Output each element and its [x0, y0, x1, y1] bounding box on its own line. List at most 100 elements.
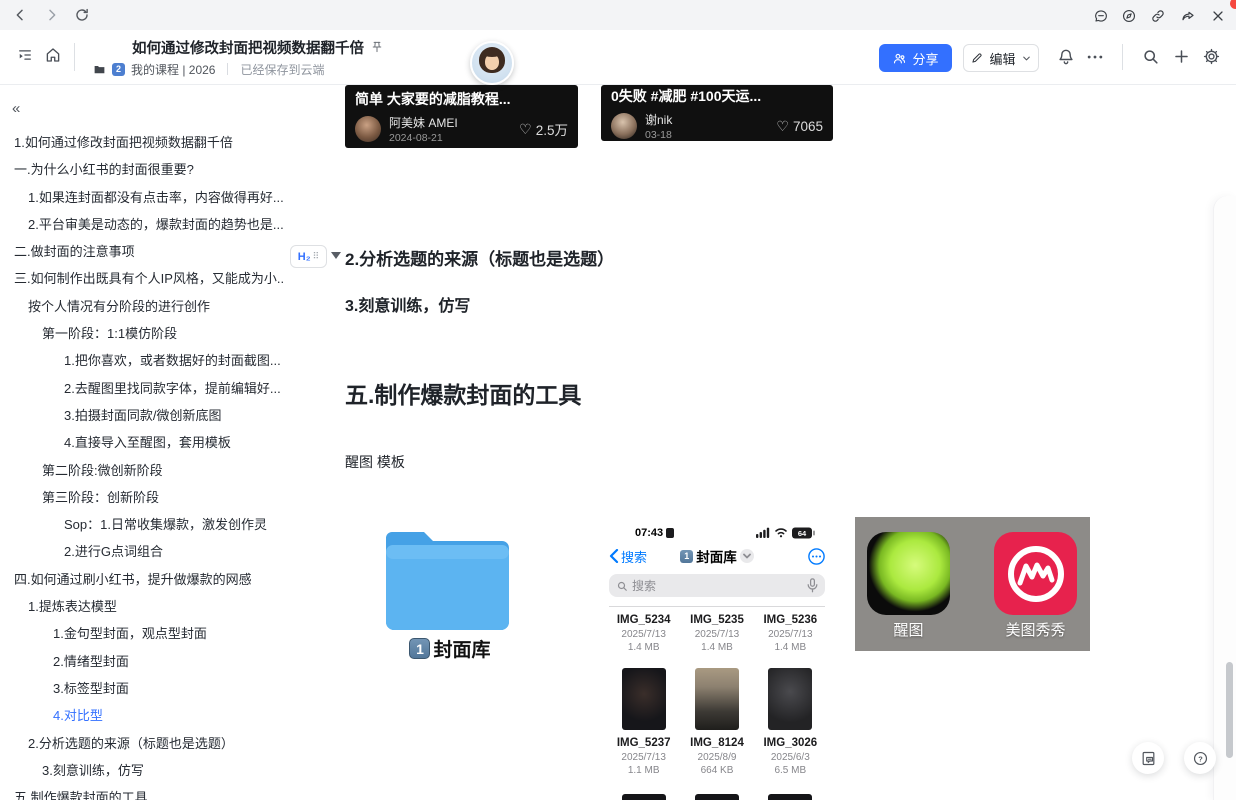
help-button[interactable]: ?: [1184, 742, 1216, 774]
file-item[interactable]: IMG_52352025/7/131.4 MB: [680, 613, 753, 654]
outline-item[interactable]: 2.分析选题的来源（标题也是选题）: [0, 730, 285, 757]
outline-item[interactable]: 2.去醒图里找同款字体，提前编辑好...: [0, 375, 285, 402]
outline-item[interactable]: 四.如何通过刷小红书，提升做爆款的网感: [0, 566, 285, 593]
folder-name: 封面库: [433, 635, 490, 662]
outline-item[interactable]: 五.制作爆款封面的工具: [0, 784, 285, 800]
outline-item[interactable]: 一.为什么小红书的封面很重要?: [0, 156, 285, 183]
file-item[interactable]: [607, 794, 680, 800]
gear-icon[interactable]: [1202, 47, 1221, 66]
svg-text:64: 64: [798, 528, 807, 537]
outline-item[interactable]: 1.金句型封面，观点型封面: [0, 620, 285, 647]
pencil-icon: [970, 51, 984, 65]
heart-icon: ♡: [519, 121, 532, 138]
outline-item[interactable]: 三.如何制作出既具有个人IP风格，又能成为小...: [0, 265, 285, 292]
edit-button[interactable]: 编辑: [963, 44, 1039, 72]
comment-icon[interactable]: [1093, 8, 1109, 24]
outline-item[interactable]: 按个人情况有分阶段的进行创作: [0, 293, 285, 320]
avatar-bang: [483, 50, 501, 57]
file-size: 1.4 MB: [628, 641, 660, 654]
heading-collapse-arrow[interactable]: [331, 252, 341, 259]
mic-icon[interactable]: [807, 578, 818, 593]
scrollbar-thumb[interactable]: [1226, 662, 1233, 758]
outline-item[interactable]: 2.平台审美是动态的，爆款封面的趋势也是...: [0, 211, 285, 238]
outline-item[interactable]: 3.刻意训练，仿写: [0, 757, 285, 784]
folder-image[interactable]: 1 封面库: [383, 524, 517, 662]
file-row: [607, 794, 827, 800]
people-icon: [892, 51, 907, 66]
link-icon[interactable]: [1150, 8, 1166, 24]
avatar[interactable]: [470, 41, 514, 85]
file-date: 2025/7/13: [695, 628, 740, 641]
status-bar: 07:43 64: [601, 517, 833, 539]
heading-level-badge: H₂: [298, 251, 311, 263]
outline-item[interactable]: 4.直接导入至醒图，套用模板: [0, 429, 285, 456]
folder-icon: [93, 63, 106, 76]
outline-item[interactable]: 二.做封面的注意事项: [0, 238, 285, 265]
file-date: 2025/7/13: [621, 751, 666, 764]
back-icon[interactable]: [12, 7, 28, 23]
feedback-button[interactable]: [1132, 742, 1164, 774]
app-hypic[interactable]: 醒图: [867, 532, 950, 640]
bell-icon[interactable]: [1056, 47, 1076, 67]
pin-icon[interactable]: [370, 40, 384, 54]
divider: [74, 43, 75, 71]
more-options-button[interactable]: [808, 548, 825, 565]
video-card[interactable]: 简单 大家要的减脂教程... 阿美妹 AMEI 2024-08-21 ♡2.5万: [345, 85, 578, 148]
outline-item[interactable]: 第二阶段:微创新阶段: [0, 457, 285, 484]
app-name: 美图秀秀: [994, 619, 1077, 640]
file-item[interactable]: IMG_30262025/6/36.5 MB: [754, 668, 827, 777]
file-item[interactable]: [754, 794, 827, 800]
keycap-1-badge: 1: [680, 550, 693, 563]
file-item[interactable]: IMG_52342025/7/131.4 MB: [607, 613, 680, 654]
outline-item[interactable]: 2.进行G点词组合: [0, 538, 285, 565]
outline-item[interactable]: 1.提炼表达模型: [0, 593, 285, 620]
close-icon[interactable]: [1210, 8, 1226, 24]
phone-screenshot: 07:43 64 搜索 1 封面库 搜索 IMG_52342025/7/131.…: [601, 517, 833, 800]
search-icon[interactable]: [1141, 47, 1160, 66]
block-type-handle[interactable]: H₂ ⠿: [290, 245, 327, 268]
like-count: 7065: [793, 119, 823, 134]
compass-icon[interactable]: [1121, 8, 1137, 24]
space-badge: 2: [112, 63, 125, 76]
chevron-down-icon: [740, 549, 754, 563]
outline-item[interactable]: 1.如果连封面都没有点击率，内容做得再好...: [0, 184, 285, 211]
file-item[interactable]: [680, 794, 753, 800]
battery-icon: 64: [792, 527, 815, 539]
outline-item[interactable]: 1.把你喜欢，或者数据好的封面截图...: [0, 347, 285, 374]
outline-list: 1.如何通过修改封面把视频数据翻千倍一.为什么小红书的封面很重要?1.如果连封面…: [0, 129, 285, 800]
browser-bar: [0, 0, 1236, 30]
back-button[interactable]: 搜索: [609, 547, 647, 566]
share-arrow-icon[interactable]: [1180, 8, 1196, 24]
outline-item[interactable]: Sop：1.日常收集爆款，激发创作灵: [0, 511, 285, 538]
outline-toggle-icon[interactable]: [16, 46, 34, 64]
author-name: 阿美妹 AMEI: [389, 114, 458, 131]
outline-sidebar: « 1.如何通过修改封面把视频数据翻千倍一.为什么小红书的封面很重要?1.如果连…: [0, 85, 285, 800]
outline-item[interactable]: 3.标签型封面: [0, 675, 285, 702]
forward-icon[interactable]: [44, 7, 60, 23]
share-button[interactable]: 分享: [879, 44, 952, 72]
reload-icon[interactable]: [74, 7, 90, 23]
outline-item[interactable]: 3.拍摄封面同款/微创新底图: [0, 402, 285, 429]
outline-item[interactable]: 2.情绪型封面: [0, 648, 285, 675]
doc-comment-icon: [1140, 750, 1157, 767]
plus-icon[interactable]: [1172, 47, 1191, 66]
file-item[interactable]: IMG_52372025/7/131.1 MB: [607, 668, 680, 777]
outline-item[interactable]: 1.如何通过修改封面把视频数据翻千倍: [0, 129, 285, 156]
outline-item[interactable]: 第一阶段：1:1模仿阶段: [0, 320, 285, 347]
search-field[interactable]: 搜索: [609, 574, 825, 597]
drag-handle-icon: ⠿: [313, 251, 320, 262]
file-item[interactable]: IMG_52362025/7/131.4 MB: [754, 613, 827, 654]
file-row: IMG_52342025/7/131.4 MBIMG_52352025/7/13…: [607, 613, 827, 654]
video-card[interactable]: 0失败 #减肥 #100天运... 谢nik 03-18 ♡7065: [601, 85, 833, 141]
collapse-sidebar-button[interactable]: «: [12, 101, 20, 116]
file-item[interactable]: IMG_81242025/8/9664 KB: [680, 668, 753, 777]
outline-item[interactable]: 4.对比型: [0, 702, 285, 729]
app-meitu[interactable]: 美图秀秀: [994, 532, 1077, 640]
more-icon[interactable]: [1085, 47, 1105, 67]
outline-item[interactable]: 第三阶段：创新阶段: [0, 484, 285, 511]
file-name: IMG_3026: [763, 736, 817, 750]
file-thumbnail: [695, 794, 739, 800]
doc-paragraph: 醒图 模板: [345, 452, 405, 472]
breadcrumb[interactable]: 2 我的课程 | 2026 已经保存到云端: [93, 60, 423, 78]
home-icon[interactable]: [44, 46, 62, 64]
